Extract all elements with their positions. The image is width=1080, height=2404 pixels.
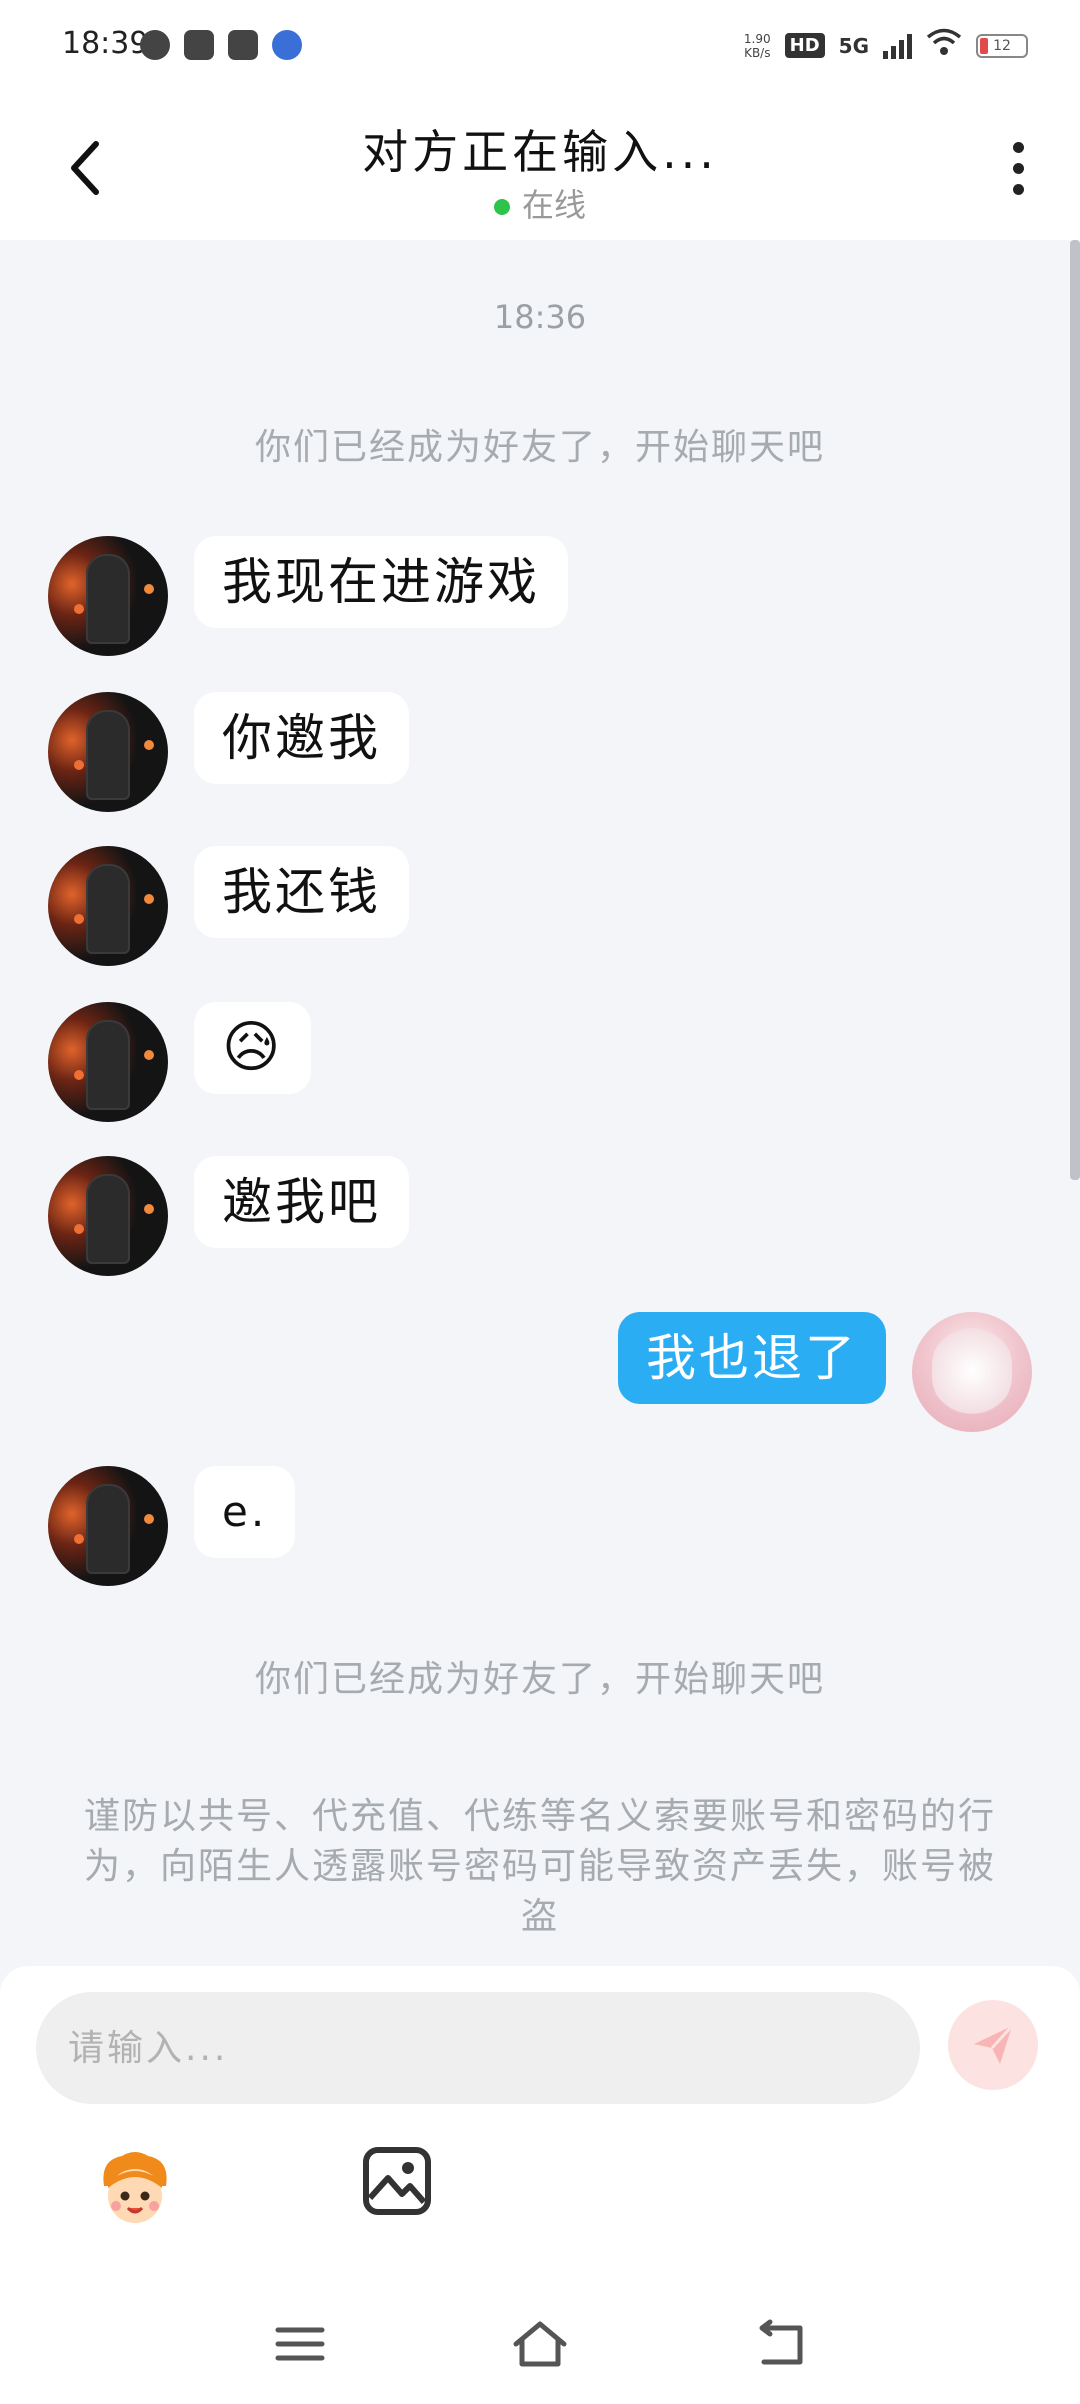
- message-bubble[interactable]: 我也退了: [618, 1312, 886, 1404]
- emoji-sticker-icon[interactable]: [92, 2146, 178, 2232]
- status-bar: 18:39 1.90 KB/s HD 5G 12: [0, 0, 1080, 92]
- nav-home-icon[interactable]: [510, 2314, 570, 2374]
- message-bubble-emoji[interactable]: 😥: [194, 1002, 312, 1094]
- chat-area[interactable]: 18:36 你们已经成为好友了，开始聊天吧 我现在进游戏 你邀我 我还钱 😥 邀…: [0, 240, 1080, 1966]
- network-type: 5G: [838, 33, 869, 58]
- app-notification-icon: [140, 30, 170, 60]
- nav-back-icon[interactable]: [750, 2314, 810, 2374]
- video-notification-icon: [228, 30, 258, 60]
- book-notification-icon: [184, 30, 214, 60]
- message-bubble[interactable]: 我还钱: [194, 846, 409, 938]
- safety-notice: 谨防以共号、代充值、代练等名义索要账号和密码的行为，向陌生人透露账号密码可能导致…: [83, 1796, 996, 1937]
- battery-level: 12: [993, 37, 1011, 54]
- contact-avatar[interactable]: [48, 1002, 168, 1122]
- more-vertical-icon[interactable]: [1010, 142, 1026, 205]
- message-input[interactable]: [36, 1992, 920, 2104]
- chat-header: 对方正在输入... 在线: [0, 92, 1080, 240]
- contact-avatar[interactable]: [48, 846, 168, 966]
- online-status: 在线: [0, 180, 1080, 226]
- scrollbar[interactable]: [1070, 240, 1080, 1180]
- contact-avatar[interactable]: [48, 536, 168, 656]
- send-button[interactable]: [948, 2000, 1038, 2090]
- nav-menu-icon[interactable]: [270, 2314, 330, 2374]
- message-bubble[interactable]: 我现在进游戏: [194, 536, 568, 628]
- contact-avatar[interactable]: [48, 692, 168, 812]
- contact-avatar[interactable]: [48, 1156, 168, 1276]
- hd-icon: HD: [784, 33, 825, 58]
- system-message: 你们已经成为好友了，开始聊天吧: [254, 427, 825, 468]
- contact-avatar[interactable]: [48, 1466, 168, 1586]
- battery-icon: 12: [976, 33, 1028, 58]
- image-icon[interactable]: [362, 2146, 448, 2232]
- signal-icon: [883, 33, 912, 59]
- wifi-icon: [926, 28, 962, 63]
- status-time: 18:39: [62, 26, 149, 61]
- notification-icons: [140, 30, 302, 60]
- status-right: 1.90 KB/s HD 5G 12: [744, 28, 1028, 63]
- baidu-notification-icon: [272, 30, 302, 60]
- chat-title: 对方正在输入...: [362, 125, 718, 179]
- message-bubble[interactable]: e.: [194, 1466, 296, 1558]
- message-bubble[interactable]: 你邀我: [194, 692, 409, 784]
- system-message: 你们已经成为好友了，开始聊天吧: [254, 1659, 825, 1700]
- network-speed: 1.90 KB/s: [743, 31, 771, 60]
- online-dot-icon: [493, 199, 510, 215]
- system-navigation-bar: [0, 2276, 1080, 2404]
- message-bubble[interactable]: 邀我吧: [194, 1156, 409, 1248]
- my-avatar[interactable]: [912, 1312, 1032, 1432]
- send-icon: [974, 2024, 1014, 2064]
- message-timestamp: 18:36: [493, 298, 587, 336]
